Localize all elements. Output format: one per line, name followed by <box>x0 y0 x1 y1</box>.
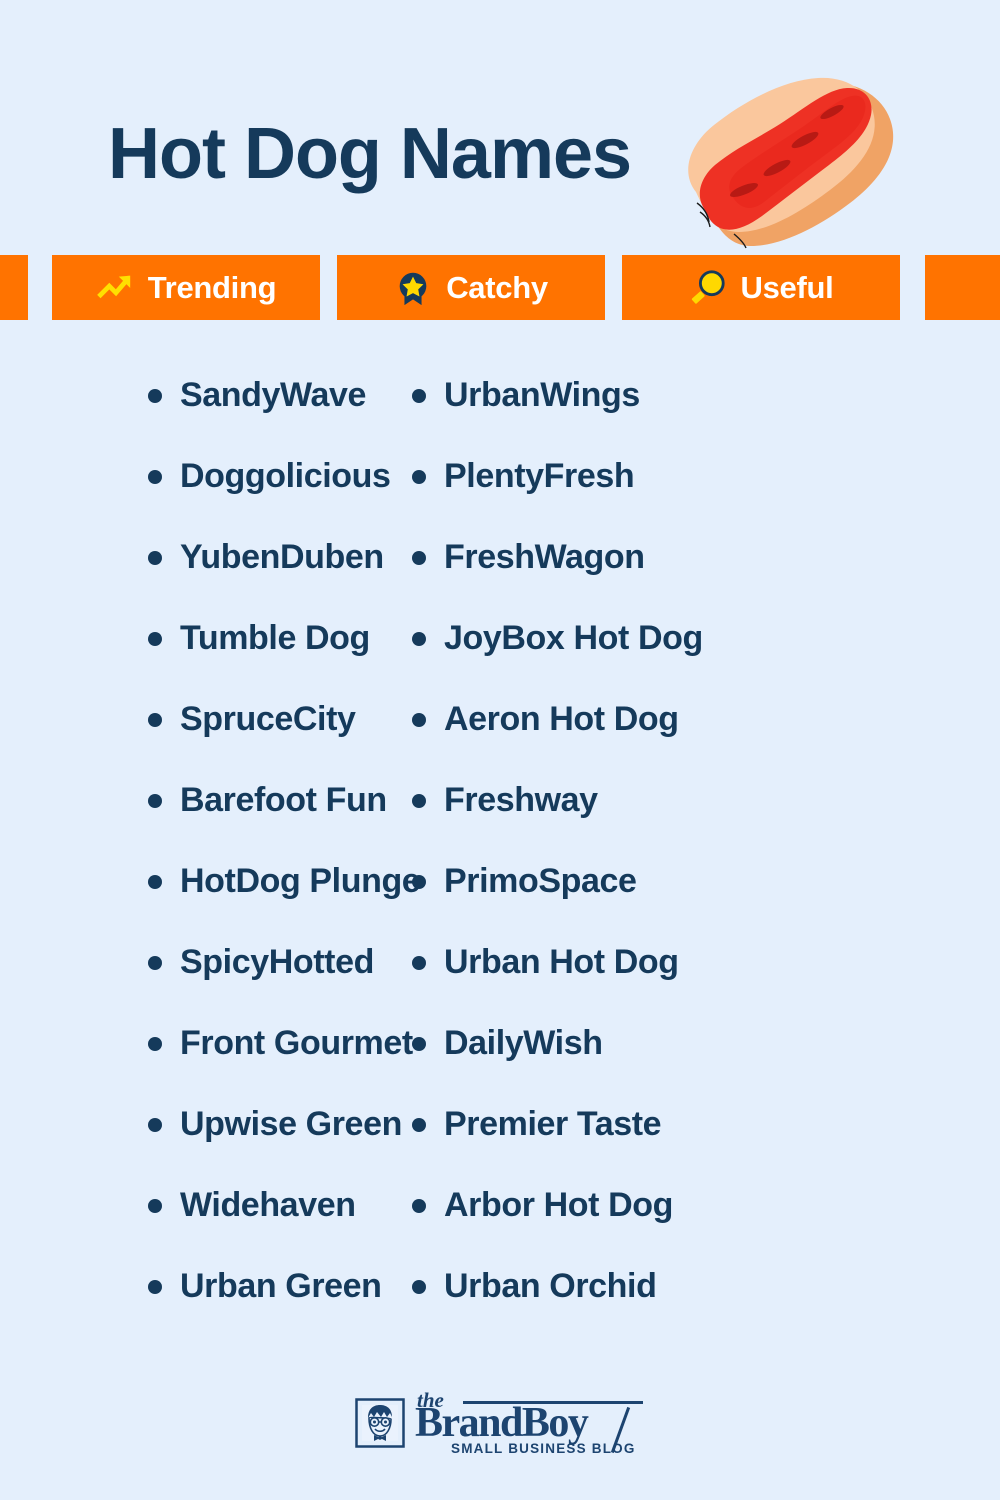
bullet-icon <box>148 470 162 484</box>
bullet-icon <box>148 1118 162 1132</box>
list-item: Aeron Hot Dog <box>412 696 870 777</box>
list-item: HotDog Plunge <box>148 858 421 939</box>
list-item: Doggolicious <box>148 453 400 534</box>
list-item: Premier Taste <box>412 1101 870 1182</box>
bullet-icon <box>148 632 162 646</box>
header: Hot Dog Names <box>0 0 1000 250</box>
list-item: DailyWish <box>412 1020 870 1101</box>
footer: the BrandBoy SMALL BUSINESS BLOG <box>0 1390 1000 1456</box>
tab-catchy-label: Catchy <box>446 270 548 305</box>
bullet-icon <box>148 713 162 727</box>
name-list-left: SandyWave Doggolicious YubenDuben Tumble… <box>0 372 421 1344</box>
bullet-icon <box>412 713 426 727</box>
tab-useful[interactable]: Useful <box>622 255 900 320</box>
list-item-label: HotDog Plunge <box>180 862 421 900</box>
name-lists: SandyWave Doggolicious YubenDuben Tumble… <box>0 372 1000 1344</box>
list-item: JoyBox Hot Dog <box>412 615 870 696</box>
brandboy-wordmark: the BrandBoy SMALL BUSINESS BLOG <box>415 1390 645 1456</box>
list-item-label: YubenDuben <box>180 538 384 576</box>
bullet-icon <box>412 1199 426 1213</box>
brandboy-face-icon <box>355 1398 405 1448</box>
list-item-label: DailyWish <box>444 1024 603 1062</box>
list-item-label: Urban Green <box>180 1267 382 1305</box>
list-item: PrimoSpace <box>412 858 870 939</box>
list-item: Tumble Dog <box>148 615 400 696</box>
list-item-label: Tumble Dog <box>180 619 370 657</box>
list-item-label: Doggolicious <box>180 457 391 495</box>
list-item-label: SpicyHotted <box>180 943 374 981</box>
bullet-icon <box>412 956 426 970</box>
list-item: YubenDuben <box>148 534 400 615</box>
list-item: Arbor Hot Dog <box>412 1182 870 1263</box>
tab-useful-label: Useful <box>740 270 834 305</box>
list-item: Front Gourmet <box>148 1020 413 1101</box>
bullet-icon <box>148 1199 162 1213</box>
list-item: UrbanWings <box>412 372 870 453</box>
bullet-icon <box>412 389 426 403</box>
list-item: PlentyFresh <box>412 453 870 534</box>
bullet-icon <box>412 551 426 565</box>
banner-edge-right <box>925 255 1000 320</box>
list-item-label: JoyBox Hot Dog <box>444 619 703 657</box>
list-item-label: PrimoSpace <box>444 862 637 900</box>
list-item: Barefoot Fun <box>148 777 400 858</box>
name-list-right: UrbanWings PlentyFresh FreshWagon JoyBox… <box>400 372 870 1344</box>
bullet-icon <box>412 632 426 646</box>
bullet-icon <box>412 1118 426 1132</box>
bullet-icon <box>148 956 162 970</box>
list-item-label: UrbanWings <box>444 376 640 414</box>
bullet-icon <box>412 794 426 808</box>
bullet-icon <box>412 1280 426 1294</box>
list-item-label: Urban Hot Dog <box>444 943 679 981</box>
list-item: Freshway <box>412 777 870 858</box>
category-banner: Trending Catchy Useful <box>0 255 1000 320</box>
bullet-icon <box>148 875 162 889</box>
list-item-label: Barefoot Fun <box>180 781 387 819</box>
list-item-label: Premier Taste <box>444 1105 662 1143</box>
logo-tagline-text: SMALL BUSINESS BLOG <box>451 1441 636 1456</box>
magnifying-glass-icon <box>691 269 725 304</box>
bullet-icon <box>148 389 162 403</box>
brandboy-logo[interactable]: the BrandBoy SMALL BUSINESS BLOG <box>355 1390 645 1456</box>
tab-trending-label: Trending <box>147 270 277 305</box>
list-item: Widehaven <box>148 1182 400 1263</box>
bullet-icon <box>148 551 162 565</box>
tab-trending[interactable]: Trending <box>52 255 320 320</box>
list-item: SandyWave <box>148 372 400 453</box>
logo-name-text: BrandBoy <box>415 1400 589 1446</box>
list-item-label: Widehaven <box>180 1186 356 1224</box>
page-title: Hot Dog Names <box>108 114 632 194</box>
list-item-label: Aeron Hot Dog <box>444 700 679 738</box>
list-item-label: Urban Orchid <box>444 1267 657 1305</box>
list-item-label: PlentyFresh <box>444 457 635 495</box>
list-item-label: SpruceCity <box>180 700 356 738</box>
trending-up-icon <box>96 275 130 298</box>
bullet-icon <box>412 1037 426 1051</box>
tab-catchy[interactable]: Catchy <box>337 255 605 320</box>
hot-dog-illustration <box>688 77 894 249</box>
list-item-label: Front Gourmet <box>180 1024 413 1062</box>
bullet-icon <box>412 470 426 484</box>
list-item: FreshWagon <box>412 534 870 615</box>
list-item: SpruceCity <box>148 696 400 777</box>
list-item: Urban Orchid <box>412 1263 870 1344</box>
bullet-icon <box>148 1280 162 1294</box>
list-item-label: Freshway <box>444 781 598 819</box>
list-item: Upwise Green <box>148 1101 402 1182</box>
list-item: Urban Green <box>148 1263 400 1344</box>
list-item-label: Arbor Hot Dog <box>444 1186 673 1224</box>
list-item-label: Upwise Green <box>180 1105 402 1143</box>
bullet-icon <box>412 875 426 889</box>
list-item-label: SandyWave <box>180 376 366 414</box>
list-item: Urban Hot Dog <box>412 939 870 1020</box>
list-item-label: FreshWagon <box>444 538 645 576</box>
banner-edge-left <box>0 255 28 320</box>
award-badge-icon <box>399 272 427 305</box>
bullet-icon <box>148 794 162 808</box>
bullet-icon <box>148 1037 162 1051</box>
list-item: SpicyHotted <box>148 939 400 1020</box>
